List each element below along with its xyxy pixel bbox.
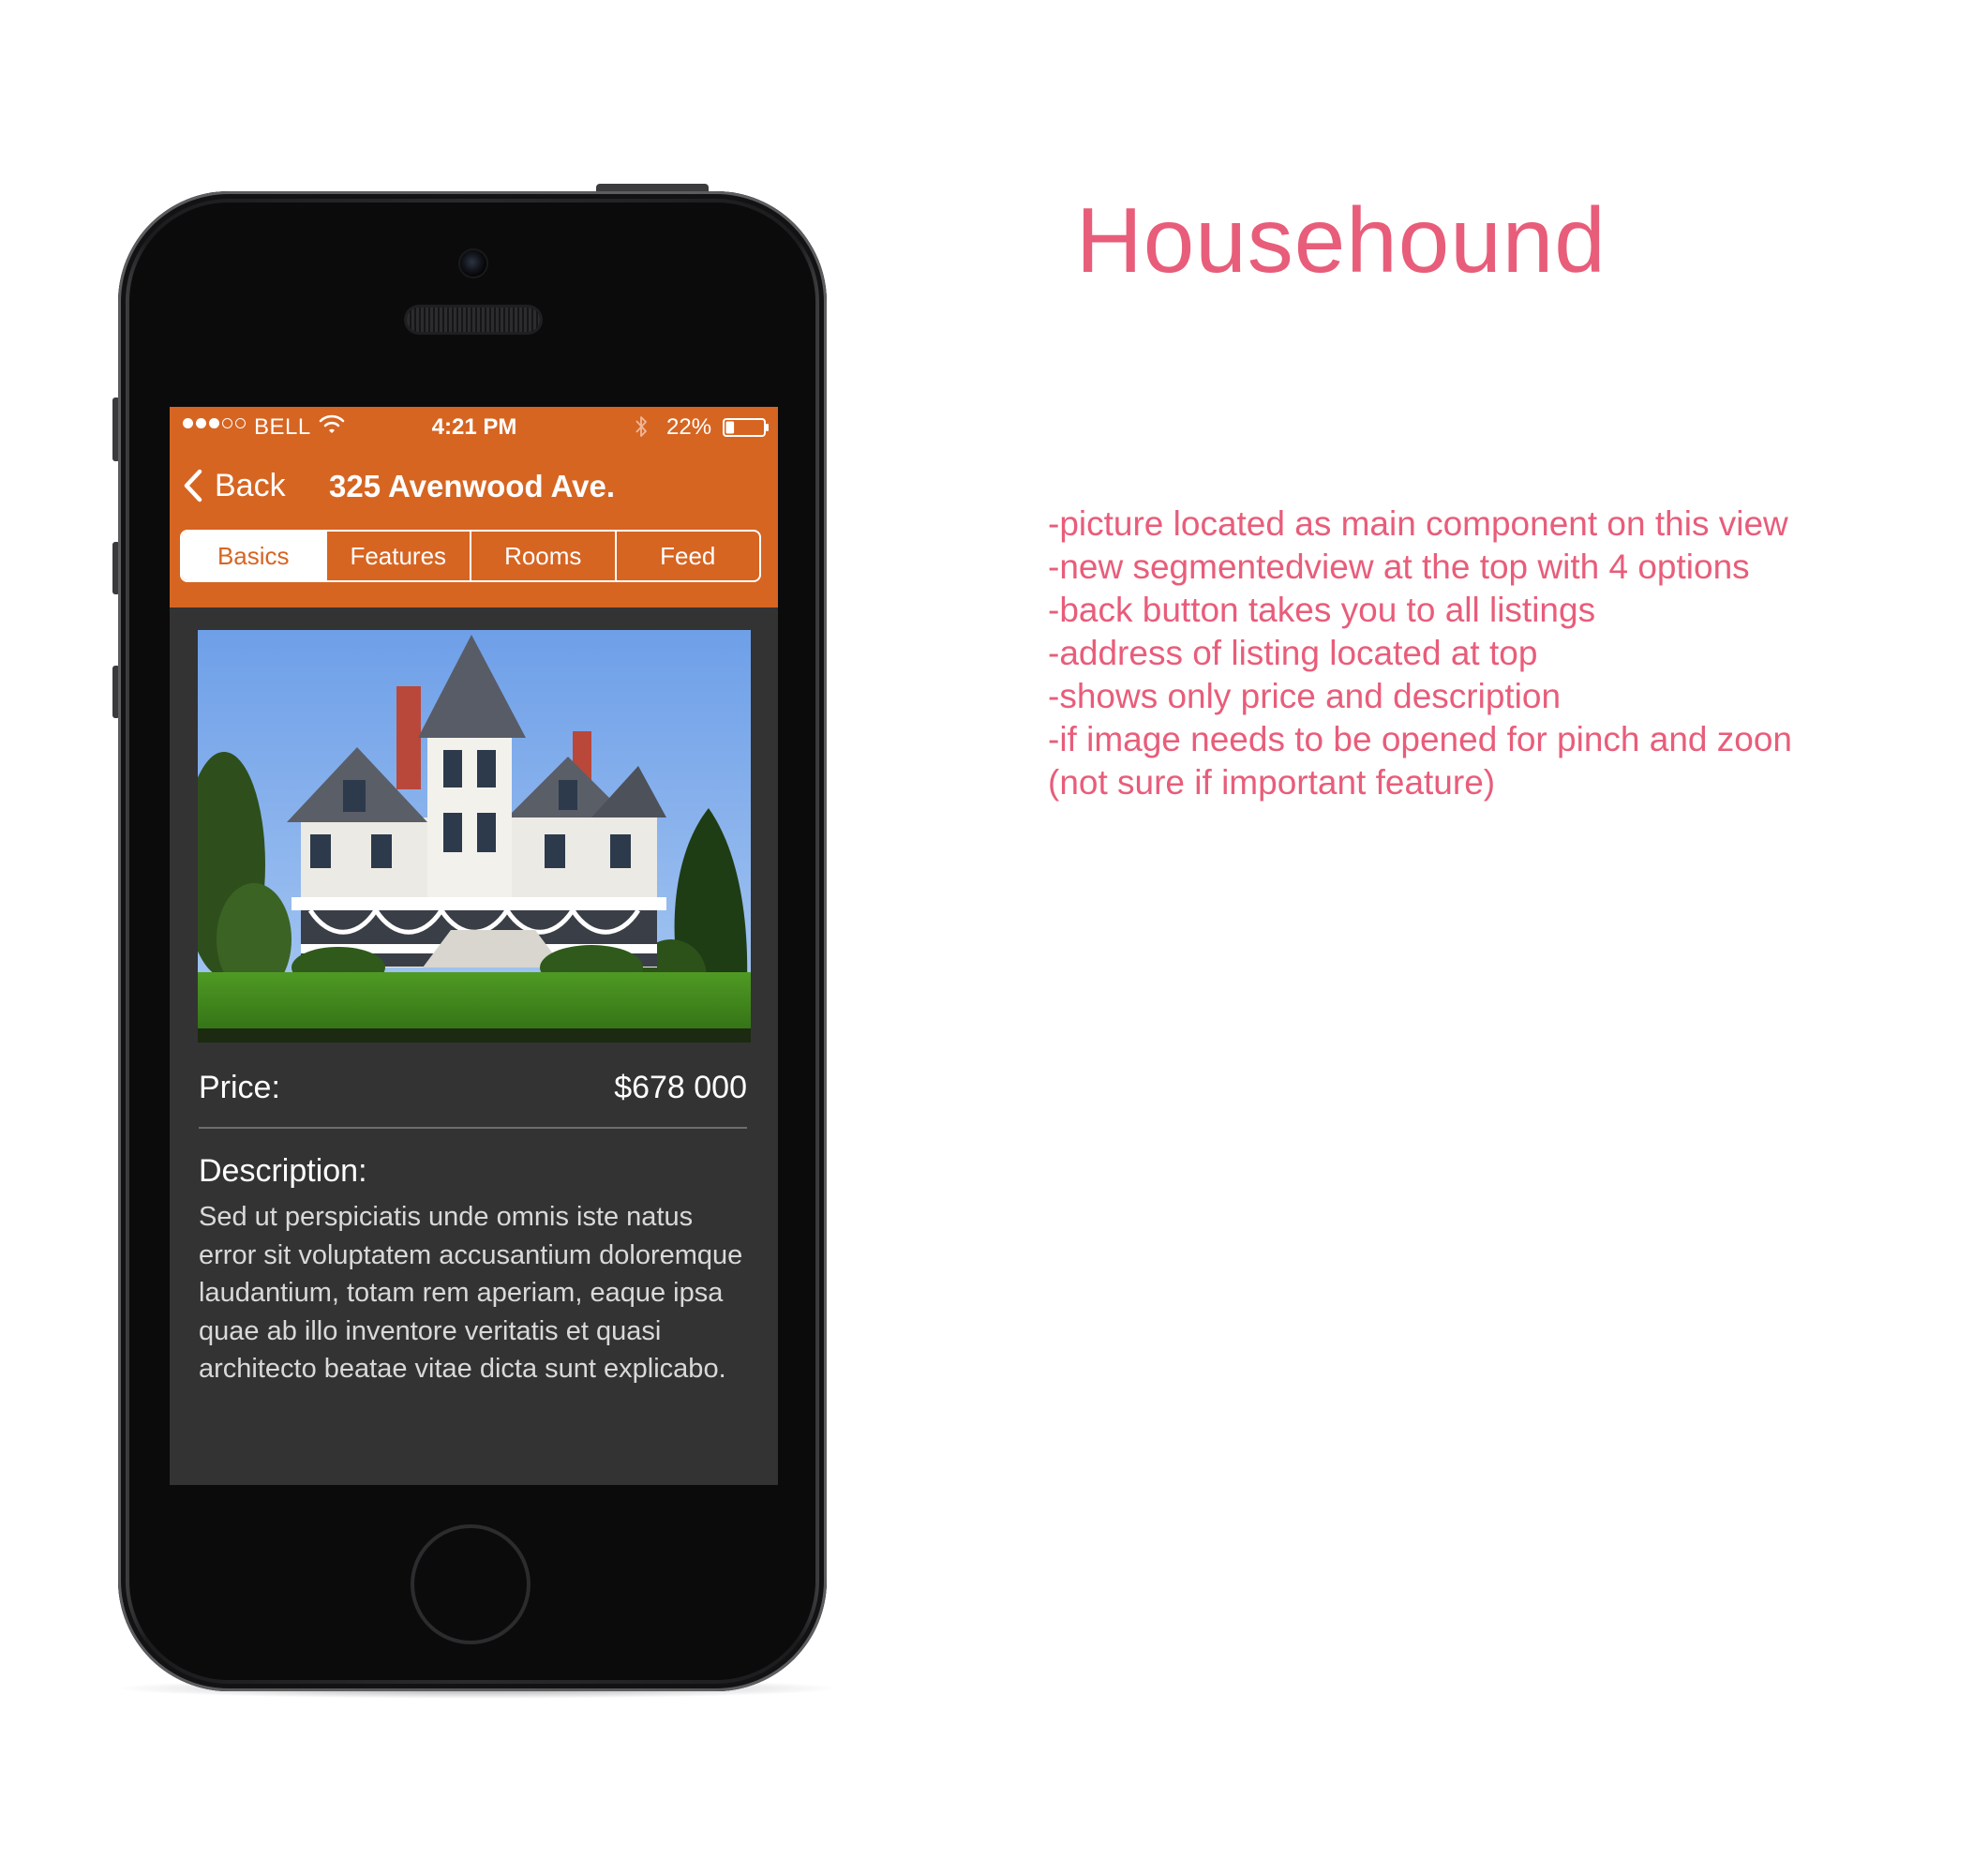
earpiece-speaker [407,308,540,332]
wifi-icon [319,414,345,433]
status-bar: BELL 4:21 PM 22% [170,407,778,448]
annotation-notes: -picture located as main component on th… [1048,502,1816,804]
app-screen: BELL 4:21 PM 22% Back 325 Avenwood Ave. … [170,407,778,1485]
carrier-name: BELL [254,414,311,440]
signal-dot [196,418,206,428]
segment-feed[interactable]: Feed [614,532,760,580]
back-button[interactable]: Back [183,465,286,506]
bluetooth-icon [635,416,647,437]
app-title: Househound [1076,188,1607,292]
signal-dot [183,418,193,428]
description-label: Description: [199,1153,367,1189]
price-label: Price: [199,1070,280,1105]
front-camera [460,250,486,277]
segment-basics[interactable]: Basics [182,532,325,580]
back-label: Back [215,467,286,503]
battery-icon [723,418,769,437]
battery-percent: 22% [666,414,712,440]
divider [199,1127,747,1129]
annotation-note: -new segmentedview at the top with 4 opt… [1048,548,1750,586]
segmented-control: Basics Features Rooms Feed [180,530,761,582]
chevron-left-icon [184,469,202,502]
price-value: $678 000 [614,1070,747,1105]
home-button[interactable] [411,1524,531,1644]
status-time: 4:21 PM [431,414,517,440]
segment-rooms[interactable]: Rooms [470,532,615,580]
signal-dot [235,418,246,428]
annotation-note: -back button takes you to all listings [1048,591,1596,629]
segment-features[interactable]: Features [324,532,471,580]
annotation-note: -picture located as main component on th… [1048,504,1788,543]
signal-dot [209,418,219,428]
annotation-note: -address of listing located at top [1048,634,1538,672]
signal-strength [183,418,246,428]
annotation-note: -shows only price and description [1048,677,1562,715]
battery-fill [725,421,735,434]
house-photo[interactable] [198,630,751,1042]
signal-dot [222,418,232,428]
app-header: BELL 4:21 PM 22% Back 325 Avenwood Ave. … [170,407,778,608]
listing-address-title: 325 Avenwood Ave. [329,469,616,503]
annotation-note: -if image needs to be opened for pinch a… [1048,720,1793,802]
description-text: Sed ut perspiciatis unde omnis iste natu… [199,1202,743,1384]
